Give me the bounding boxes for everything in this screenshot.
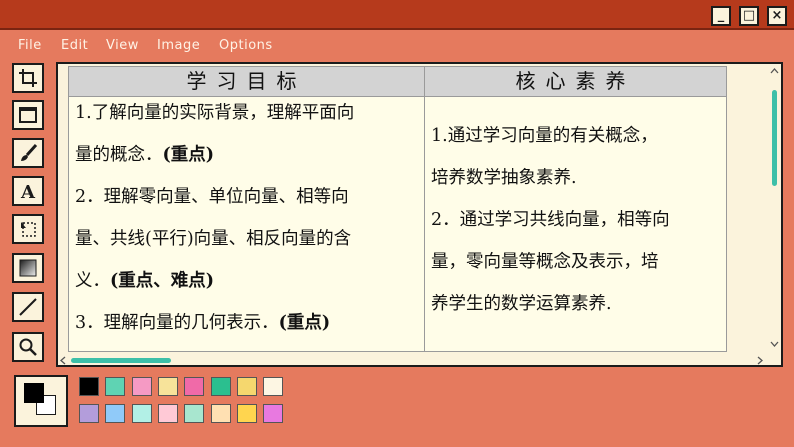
literacy-line: 2．通过学习共线向量，相等向 [431,210,670,230]
scroll-up-icon[interactable] [770,68,779,74]
learning-goals-cell: 1.了解向量的实际背景，理解平面向 量的概念．(重点) 2．理解零向量、单位向量… [75,99,420,349]
palette-swatch[interactable] [236,377,257,396]
line-tool-button[interactable] [12,292,44,322]
gradient-tool-button[interactable] [12,253,44,283]
scroll-down-icon[interactable] [770,341,779,347]
select-tool-button[interactable] [12,63,44,93]
menu-view[interactable]: View [106,38,139,53]
goal-line: 3．理解向量的几何表示．(重点) [75,313,331,333]
scroll-right-icon[interactable] [757,356,763,365]
goal-line: 1.了解向量的实际背景，理解平面向 [75,103,355,123]
goal-line: 义．(重点、难点) [75,271,215,291]
rectangle-icon [19,107,37,123]
objectives-table: 学习目标 核心素养 1.了解向量的实际背景，理解平面向 量的概念．(重点) 2．… [68,66,727,352]
brush-tool-button[interactable] [12,138,44,168]
line-icon [19,298,37,316]
header-learning-goals: 学习目标 [69,67,424,97]
literacy-line: 培养数学抽象素养. [431,168,577,188]
palette-swatch[interactable] [236,404,257,423]
free-select-tool-button[interactable] [12,214,44,244]
goal-line: 量的概念．(重点) [75,145,215,165]
close-button[interactable]: × [767,6,787,26]
magnifier-icon [19,338,37,356]
title-bar: _ □ × [0,0,794,30]
literacy-line: 养学生的数学运算素养. [431,294,612,314]
menu-edit[interactable]: Edit [61,38,88,53]
palette-swatch[interactable] [131,377,152,396]
vertical-scrollbar[interactable] [768,64,781,352]
header-core-literacy: 核心素养 [425,67,726,97]
zoom-tool-button[interactable] [12,332,44,362]
goal-line: 2．理解零向量、单位向量、相等向 [75,187,349,207]
menu-image[interactable]: Image [157,38,200,53]
primary-color[interactable] [24,383,44,403]
free-select-icon [21,222,36,237]
palette-swatch[interactable] [105,377,126,396]
palette-swatch[interactable] [184,377,205,396]
svg-text:A: A [20,182,36,201]
palette-swatch[interactable] [210,404,231,423]
scroll-left-icon[interactable] [60,356,66,365]
goal-line: 量、共线(平行)向量、相反向量的含 [75,229,352,249]
rectangle-tool-button[interactable] [12,100,44,130]
maximize-button[interactable]: □ [739,6,759,26]
palette-swatch[interactable] [105,404,126,423]
menu-bar: File Edit View Image Options [0,32,794,58]
horizontal-scrollbar[interactable] [58,352,769,365]
palette-swatch[interactable] [157,377,178,396]
canvas-area[interactable]: 学习目标 核心素养 1.了解向量的实际背景，理解平面向 量的概念．(重点) 2．… [56,62,783,367]
column-divider [424,67,425,351]
text-tool-button[interactable]: A [12,176,44,206]
gradient-icon [19,259,37,277]
menu-file[interactable]: File [18,38,42,53]
horizontal-scroll-thumb[interactable] [71,358,171,363]
palette-swatch[interactable] [79,404,99,423]
minimize-button[interactable]: _ [711,6,731,26]
literacy-line: 量，零向量等概念及表示，培 [431,252,659,272]
vertical-scroll-thumb[interactable] [772,90,777,186]
menu-options[interactable]: Options [219,38,273,53]
palette-swatch[interactable] [263,377,284,396]
literacy-line: 1.通过学习向量的有关概念， [431,126,658,146]
palette-swatch[interactable] [79,377,99,396]
palette-swatch[interactable] [131,404,152,423]
palette-swatch[interactable] [263,404,284,423]
text-icon: A [20,182,36,201]
palette-swatch[interactable] [157,404,178,423]
palette-swatch[interactable] [210,377,231,396]
current-colors[interactable] [14,375,68,427]
core-literacy-cell: 1.通过学习向量的有关概念， 培养数学抽象素养. 2．通过学习共线向量，相等向 … [431,122,723,322]
brush-icon [21,143,38,161]
crop-select-icon [19,69,37,87]
palette-swatch[interactable] [184,404,205,423]
